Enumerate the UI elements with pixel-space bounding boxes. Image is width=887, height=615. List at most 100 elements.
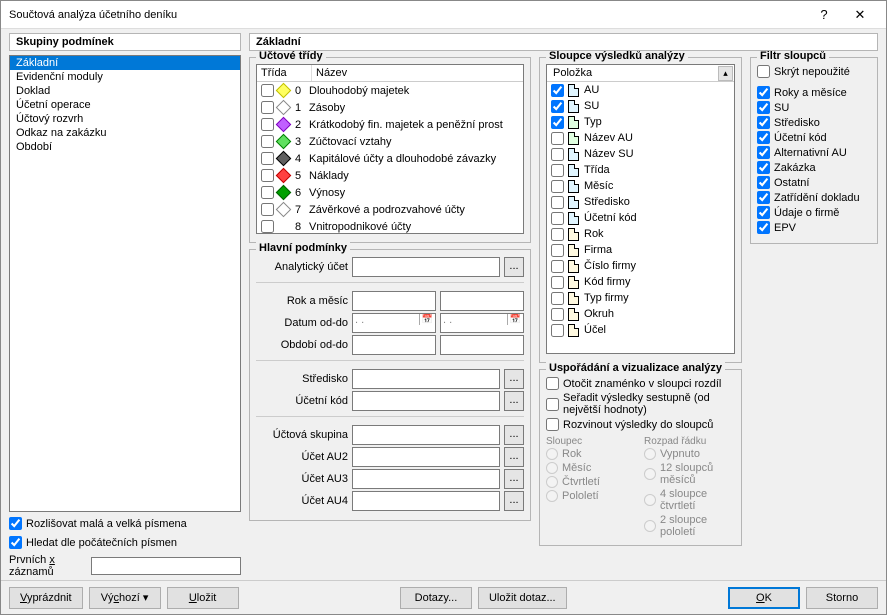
column-checkbox[interactable] — [551, 180, 564, 193]
condition-input[interactable] — [352, 369, 500, 389]
browse-button[interactable]: ... — [504, 369, 524, 389]
class-row[interactable]: 6Výnosy — [257, 184, 523, 201]
column-item[interactable]: Kód firmy — [547, 274, 734, 290]
column-item[interactable]: Typ firmy — [547, 290, 734, 306]
filter-checkbox[interactable] — [757, 86, 770, 99]
column-item[interactable]: Název SU — [547, 146, 734, 162]
condition-input-from[interactable] — [352, 335, 436, 355]
class-row[interactable]: 7Závěrkové a podrozvahové účty — [257, 201, 523, 218]
class-row[interactable]: 1Zásoby — [257, 99, 523, 116]
condition-input[interactable] — [352, 425, 500, 445]
column-checkbox[interactable] — [551, 324, 564, 337]
class-checkbox[interactable] — [261, 84, 274, 97]
browse-button[interactable]: ... — [504, 491, 524, 511]
ok-button[interactable]: OK — [728, 587, 800, 609]
class-row[interactable]: 8Vnitropodnikové účty — [257, 218, 523, 234]
condition-input[interactable] — [352, 391, 500, 411]
class-checkbox[interactable] — [261, 135, 274, 148]
browse-button[interactable]: ... — [504, 469, 524, 489]
filter-checkbox[interactable] — [757, 116, 770, 129]
group-item[interactable]: Účtový rozvrh — [10, 112, 240, 126]
filter-checkbox[interactable] — [757, 131, 770, 144]
arrangement-checkbox[interactable] — [546, 418, 559, 431]
condition-input[interactable] — [352, 469, 500, 489]
class-checkbox[interactable] — [261, 152, 274, 165]
class-checkbox[interactable] — [261, 118, 274, 131]
case-sensitive-checkbox[interactable] — [9, 517, 22, 530]
queries-button[interactable]: Dotazy... — [400, 587, 472, 609]
group-item[interactable]: Období — [10, 140, 240, 154]
condition-input-to[interactable]: . .📅 — [440, 313, 524, 333]
column-checkbox[interactable] — [551, 308, 564, 321]
help-button[interactable]: ? — [806, 7, 842, 22]
filter-checkbox[interactable] — [757, 65, 770, 78]
column-item[interactable]: Číslo firmy — [547, 258, 734, 274]
first-n-input[interactable] — [91, 557, 241, 575]
column-checkbox[interactable] — [551, 84, 564, 97]
browse-button[interactable]: ... — [504, 425, 524, 445]
condition-input[interactable] — [352, 257, 500, 277]
column-item[interactable]: Třída — [547, 162, 734, 178]
clear-button[interactable]: Vyprázdnit — [9, 587, 83, 609]
column-item[interactable]: Měsíc — [547, 178, 734, 194]
column-checkbox[interactable] — [551, 292, 564, 305]
column-checkbox[interactable] — [551, 260, 564, 273]
scroll-up-icon[interactable]: ▴ — [718, 66, 733, 81]
group-item[interactable]: Evidenční moduly — [10, 70, 240, 84]
condition-input[interactable] — [352, 447, 500, 467]
condition-input-to[interactable] — [440, 291, 524, 311]
class-checkbox[interactable] — [261, 203, 274, 216]
group-item[interactable]: Odkaz na zakázku — [10, 126, 240, 140]
class-row[interactable]: 5Náklady — [257, 167, 523, 184]
condition-input-from[interactable]: . .📅 — [352, 313, 436, 333]
condition-input-to[interactable] — [440, 335, 524, 355]
class-checkbox[interactable] — [261, 101, 274, 114]
calendar-icon[interactable]: 📅 — [507, 314, 523, 325]
column-checkbox[interactable] — [551, 212, 564, 225]
column-item[interactable]: Název AU — [547, 130, 734, 146]
group-item[interactable]: Účetní operace — [10, 98, 240, 112]
column-checkbox[interactable] — [551, 116, 564, 129]
filter-checkbox[interactable] — [757, 206, 770, 219]
column-item[interactable]: SU — [547, 98, 734, 114]
browse-button[interactable]: ... — [504, 391, 524, 411]
starts-with-checkbox[interactable] — [9, 536, 22, 549]
filter-checkbox[interactable] — [757, 101, 770, 114]
column-checkbox[interactable] — [551, 100, 564, 113]
groups-list[interactable]: ZákladníEvidenční modulyDokladÚčetní ope… — [9, 55, 241, 512]
close-button[interactable]: ✕ — [842, 7, 878, 23]
class-row[interactable]: 2Krátkodobý fin. majetek a peněžní prost — [257, 116, 523, 133]
arrangement-checkbox[interactable] — [546, 377, 559, 390]
class-row[interactable]: 4Kapitálové účty a dlouhodobé závazky — [257, 150, 523, 167]
arrangement-checkbox[interactable] — [546, 398, 559, 411]
class-checkbox[interactable] — [261, 169, 274, 182]
browse-button[interactable]: ... — [504, 257, 524, 277]
group-item[interactable]: Základní — [10, 56, 240, 70]
calendar-icon[interactable]: 📅 — [419, 314, 435, 325]
column-item[interactable]: Firma — [547, 242, 734, 258]
column-item[interactable]: Středisko — [547, 194, 734, 210]
column-checkbox[interactable] — [551, 164, 564, 177]
column-item[interactable]: Účel — [547, 322, 734, 338]
class-checkbox[interactable] — [261, 220, 274, 233]
column-checkbox[interactable] — [551, 276, 564, 289]
column-checkbox[interactable] — [551, 228, 564, 241]
filter-checkbox[interactable] — [757, 161, 770, 174]
column-checkbox[interactable] — [551, 196, 564, 209]
column-item[interactable]: Rok — [547, 226, 734, 242]
browse-button[interactable]: ... — [504, 447, 524, 467]
column-item[interactable]: AU — [547, 82, 734, 98]
filter-checkbox[interactable] — [757, 191, 770, 204]
result-columns-list[interactable]: ▴ Položka AUSUTypNázev AUNázev SUTřídaMě… — [546, 64, 735, 354]
condition-input-from[interactable] — [352, 291, 436, 311]
column-item[interactable]: Účetní kód — [547, 210, 734, 226]
group-item[interactable]: Doklad — [10, 84, 240, 98]
save-query-button[interactable]: Uložit dotaz... — [478, 587, 567, 609]
filter-checkbox[interactable] — [757, 221, 770, 234]
account-classes-list[interactable]: TřídaNázev 0Dlouhodobý majetek1Zásoby2Kr… — [256, 64, 524, 234]
default-button[interactable]: Výchozí ▾ — [89, 587, 161, 609]
cancel-button[interactable]: Storno — [806, 587, 878, 609]
filter-checkbox[interactable] — [757, 146, 770, 159]
column-item[interactable]: Typ — [547, 114, 734, 130]
column-checkbox[interactable] — [551, 148, 564, 161]
